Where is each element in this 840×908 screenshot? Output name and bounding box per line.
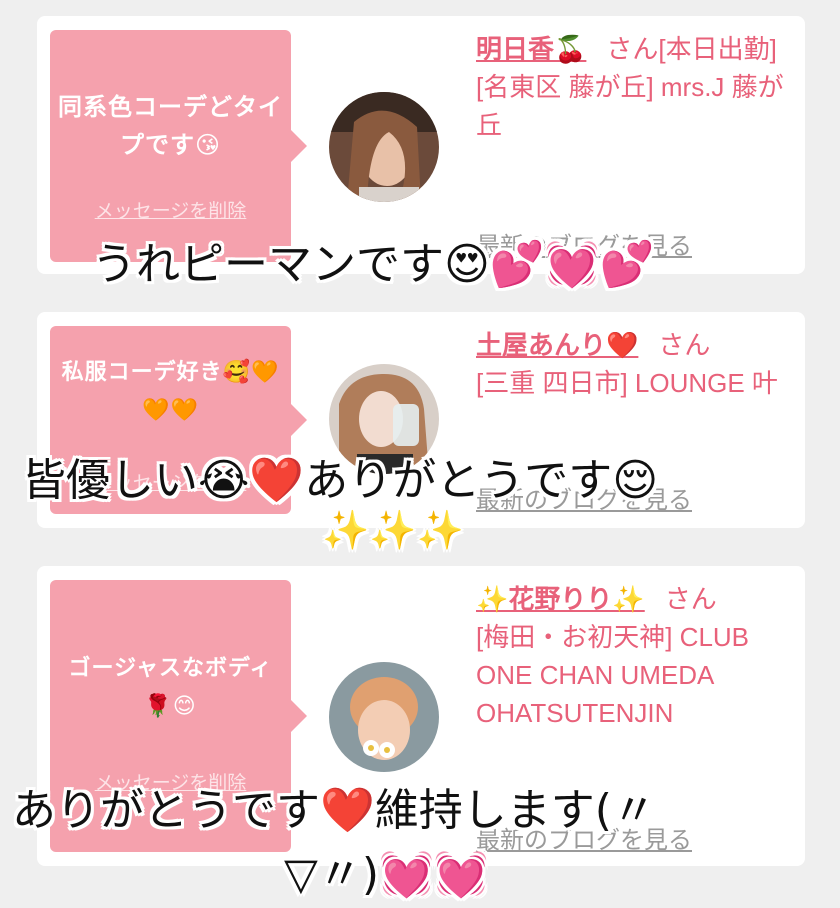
overlay-caption: ✨✨✨ bbox=[322, 508, 464, 552]
message-text: 私服コーデ好き🥰🧡🧡🧡 bbox=[61, 360, 280, 423]
girl-name-link[interactable]: 明日香🍒 bbox=[476, 34, 586, 64]
shop-location: [三重 四日市] LOUNGE 叶 bbox=[476, 368, 778, 398]
honorific: さん bbox=[606, 34, 659, 64]
overlay-caption: ありがとうです❤️維持します(〃 bbox=[12, 785, 656, 836]
overlay-caption: ▽〃)💓💓 bbox=[284, 849, 489, 900]
avatar-photo-icon bbox=[329, 92, 439, 202]
honorific: さん bbox=[664, 584, 717, 614]
message-text: 同系色コーデどタイプです😘 bbox=[58, 93, 283, 159]
girl-name-link[interactable]: 土屋あんり❤️ bbox=[476, 330, 638, 360]
girl-info: ✨花野りり✨ さん [梅田・お初天神] CLUB ONE CHAN UMEDA O… bbox=[476, 580, 786, 732]
shop-location: [名東区 藤が丘] mrs.J 藤が丘 bbox=[476, 72, 784, 140]
honorific: さん bbox=[658, 330, 711, 360]
avatar[interactable] bbox=[329, 662, 439, 772]
girl-info: 土屋あんり❤️ さん [三重 四日市] LOUNGE 叶 bbox=[476, 326, 786, 402]
girl-name-link[interactable]: ✨花野りり✨ bbox=[476, 584, 645, 614]
shop-location: [梅田・お初天神] CLUB ONE CHAN UMEDA OHATSUTENJ… bbox=[476, 622, 750, 728]
delete-message-link[interactable]: メッセージを削除 bbox=[50, 196, 291, 223]
girl-info: 明日香🍒 さん[本日出勤] [名東区 藤が丘] mrs.J 藤が丘 bbox=[476, 30, 786, 144]
message-text: ゴージャスなボディ🌹😊 bbox=[68, 656, 273, 719]
overlay-caption: 皆優しい😭❤️ありがとうです😌 bbox=[22, 455, 659, 506]
avatar[interactable] bbox=[329, 92, 439, 202]
status-badge: [本日出勤] bbox=[658, 34, 777, 64]
overlay-caption: うれピーマンです😍💕💓💕 bbox=[92, 239, 655, 290]
avatar-photo-icon bbox=[329, 662, 439, 772]
